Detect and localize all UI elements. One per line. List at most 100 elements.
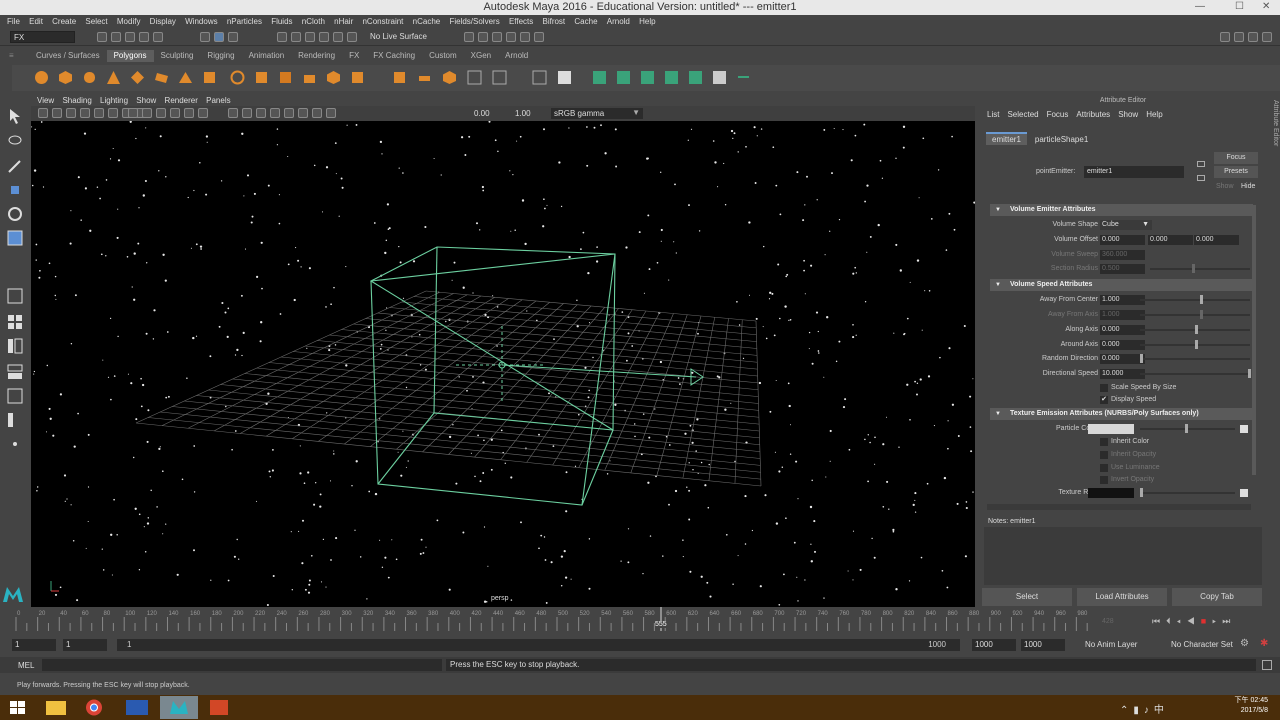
component-mode-icon[interactable] — [228, 32, 238, 42]
presets-button[interactable]: Presets — [1214, 166, 1258, 178]
bevel-icon[interactable] — [392, 70, 407, 85]
dev-cpp-icon[interactable] — [118, 696, 156, 719]
time-slider[interactable]: 0 20 40 60 80 100 120 140 160 180 200 220 240 260 280 3… — [0, 607, 1280, 635]
close-button[interactable]: ✕ — [1262, 1, 1270, 12]
texture-rate-slider[interactable] — [1140, 488, 1235, 497]
more-layouts-icon[interactable] — [6, 435, 24, 453]
show-label[interactable]: Show — [1216, 183, 1234, 190]
shelf-tab-animation[interactable]: Animation — [242, 50, 292, 62]
file-explorer-icon[interactable] — [37, 696, 75, 719]
command-input[interactable] — [42, 659, 442, 671]
multisample-icon[interactable] — [312, 108, 322, 118]
shelf-tab-polygons[interactable]: Polygons — [106, 50, 154, 62]
slider-knob[interactable] — [1192, 264, 1195, 273]
ae-load-attributes-button[interactable]: Load Attributes — [1077, 588, 1167, 606]
smooth-icon[interactable] — [302, 70, 317, 85]
menu-file[interactable]: File — [7, 17, 20, 26]
snap-magnet-icon[interactable] — [347, 32, 357, 42]
script-editor-icon[interactable] — [1262, 660, 1272, 670]
snap-point-icon[interactable] — [305, 32, 315, 42]
xray-joints-icon[interactable] — [256, 108, 266, 118]
fx-hair-icon[interactable] — [688, 70, 703, 85]
four-view-layout-icon[interactable] — [6, 313, 24, 331]
camera-select-icon[interactable] — [38, 108, 48, 118]
uv-editor-icon[interactable] — [492, 70, 507, 85]
play-backwards-icon[interactable]: ◀ — [1187, 616, 1201, 626]
shelf-tab-rigging[interactable]: Rigging — [200, 50, 241, 62]
maya-taskbar-icon[interactable] — [160, 696, 198, 719]
fx-field-icon[interactable] — [640, 70, 655, 85]
playblast-icon[interactable] — [534, 32, 544, 42]
shelf-tab-xgen[interactable]: XGen — [464, 50, 498, 62]
ae-select-button[interactable]: Select — [982, 588, 1072, 606]
preferences-icon[interactable]: ✱ — [1260, 638, 1268, 649]
volume-offset-z-field[interactable]: 0.000 — [1194, 235, 1239, 245]
poly-pipe-icon[interactable] — [202, 70, 217, 85]
menu-nparticles[interactable]: nParticles — [227, 17, 262, 26]
gamma-field[interactable]: 1.00 — [515, 109, 531, 118]
anim-layer-select[interactable]: No Anim Layer — [1085, 640, 1137, 649]
scale-tool-icon[interactable] — [6, 229, 24, 247]
render-view-icon[interactable] — [520, 32, 530, 42]
inherit-opacity-checkbox[interactable]: Inherit Opacity — [990, 449, 1190, 461]
shelf-tab-fx[interactable]: FX — [342, 50, 366, 62]
xray-components-icon[interactable] — [270, 108, 280, 118]
ae-menu-selected[interactable]: Selected — [1007, 110, 1038, 119]
volume-offset-y-field[interactable]: 0.000 — [1148, 235, 1193, 245]
menu-create[interactable]: Create — [52, 17, 76, 26]
hypershade-icon[interactable] — [506, 32, 516, 42]
menu-edit[interactable]: Edit — [29, 17, 43, 26]
ae-copy-tab-button[interactable]: Copy Tab — [1172, 588, 1262, 606]
open-scene-icon[interactable] — [111, 32, 121, 42]
planar-map-icon[interactable] — [532, 70, 547, 85]
fx-emitter-icon[interactable] — [592, 70, 607, 85]
undo-icon[interactable] — [139, 32, 149, 42]
checkbox-box[interactable] — [1100, 464, 1108, 472]
menu-effects[interactable]: Effects — [509, 17, 533, 26]
horizontal-scrollbar[interactable] — [987, 504, 1251, 510]
checkbox-box[interactable] — [1100, 384, 1108, 392]
go-to-end-icon[interactable]: ⏭ — [1222, 616, 1236, 626]
color-space-select[interactable]: sRGB gamma ▼ — [551, 108, 643, 119]
poly-sphere-icon[interactable] — [34, 70, 49, 85]
bookmark-icon[interactable] — [66, 108, 76, 118]
network-icon[interactable]: ▮ — [1133, 705, 1144, 716]
tool-settings-icon[interactable] — [1262, 32, 1272, 42]
depth-of-field-icon[interactable] — [326, 108, 336, 118]
menu-nconstraint[interactable]: nConstraint — [362, 17, 403, 26]
perspective-viewport[interactable]: persp — [31, 121, 975, 607]
menu-fields-solvers[interactable]: Fields/Solvers — [449, 17, 499, 26]
ae-menu-help[interactable]: Help — [1146, 110, 1162, 119]
slider-knob[interactable] — [1195, 325, 1198, 334]
tray-expand-icon[interactable]: ⌃ — [1120, 705, 1133, 716]
auto-key-icon[interactable]: ⚙ — [1240, 638, 1249, 649]
checkbox-box[interactable] — [1100, 438, 1108, 446]
wireframe-icon[interactable] — [128, 108, 138, 118]
use-all-lights-icon[interactable] — [184, 108, 194, 118]
ae-menu-focus[interactable]: Focus — [1047, 110, 1069, 119]
menu-ncache[interactable]: nCache — [413, 17, 441, 26]
shelf-tab-rendering[interactable]: Rendering — [291, 50, 342, 62]
shelf-tab-sculpting[interactable]: Sculpting — [154, 50, 201, 62]
mirror-icon[interactable] — [467, 70, 482, 85]
paint-select-icon[interactable] — [6, 157, 24, 175]
ae-menu-list[interactable]: List — [987, 110, 999, 119]
section-texture-emission[interactable]: Texture Emission Attributes (NURBS/Poly … — [990, 408, 1253, 420]
shelf-tab-custom[interactable]: Custom — [422, 50, 464, 62]
keyboard-icon[interactable]: 中 — [1154, 705, 1169, 716]
snap-surface-icon[interactable] — [333, 32, 343, 42]
powerpoint-icon[interactable] — [200, 696, 238, 719]
hide-button[interactable]: Hide — [1241, 183, 1255, 190]
section-radius-slider[interactable] — [1150, 264, 1250, 273]
film-gate-icon[interactable] — [108, 108, 118, 118]
snap-curve-icon[interactable] — [291, 32, 301, 42]
output-connections-icon[interactable] — [1197, 175, 1205, 181]
menu-ncloth[interactable]: nCloth — [302, 17, 325, 26]
slider-knob[interactable] — [1200, 295, 1203, 304]
poly-torus-icon[interactable] — [130, 70, 145, 85]
menu-help[interactable]: Help — [639, 17, 655, 26]
slider-knob[interactable] — [1248, 369, 1251, 378]
playback-start-field[interactable]: 1 — [63, 639, 107, 651]
viewport-menu-renderer[interactable]: Renderer — [165, 96, 198, 105]
go-to-start-icon[interactable]: ⏮ — [1152, 616, 1166, 626]
